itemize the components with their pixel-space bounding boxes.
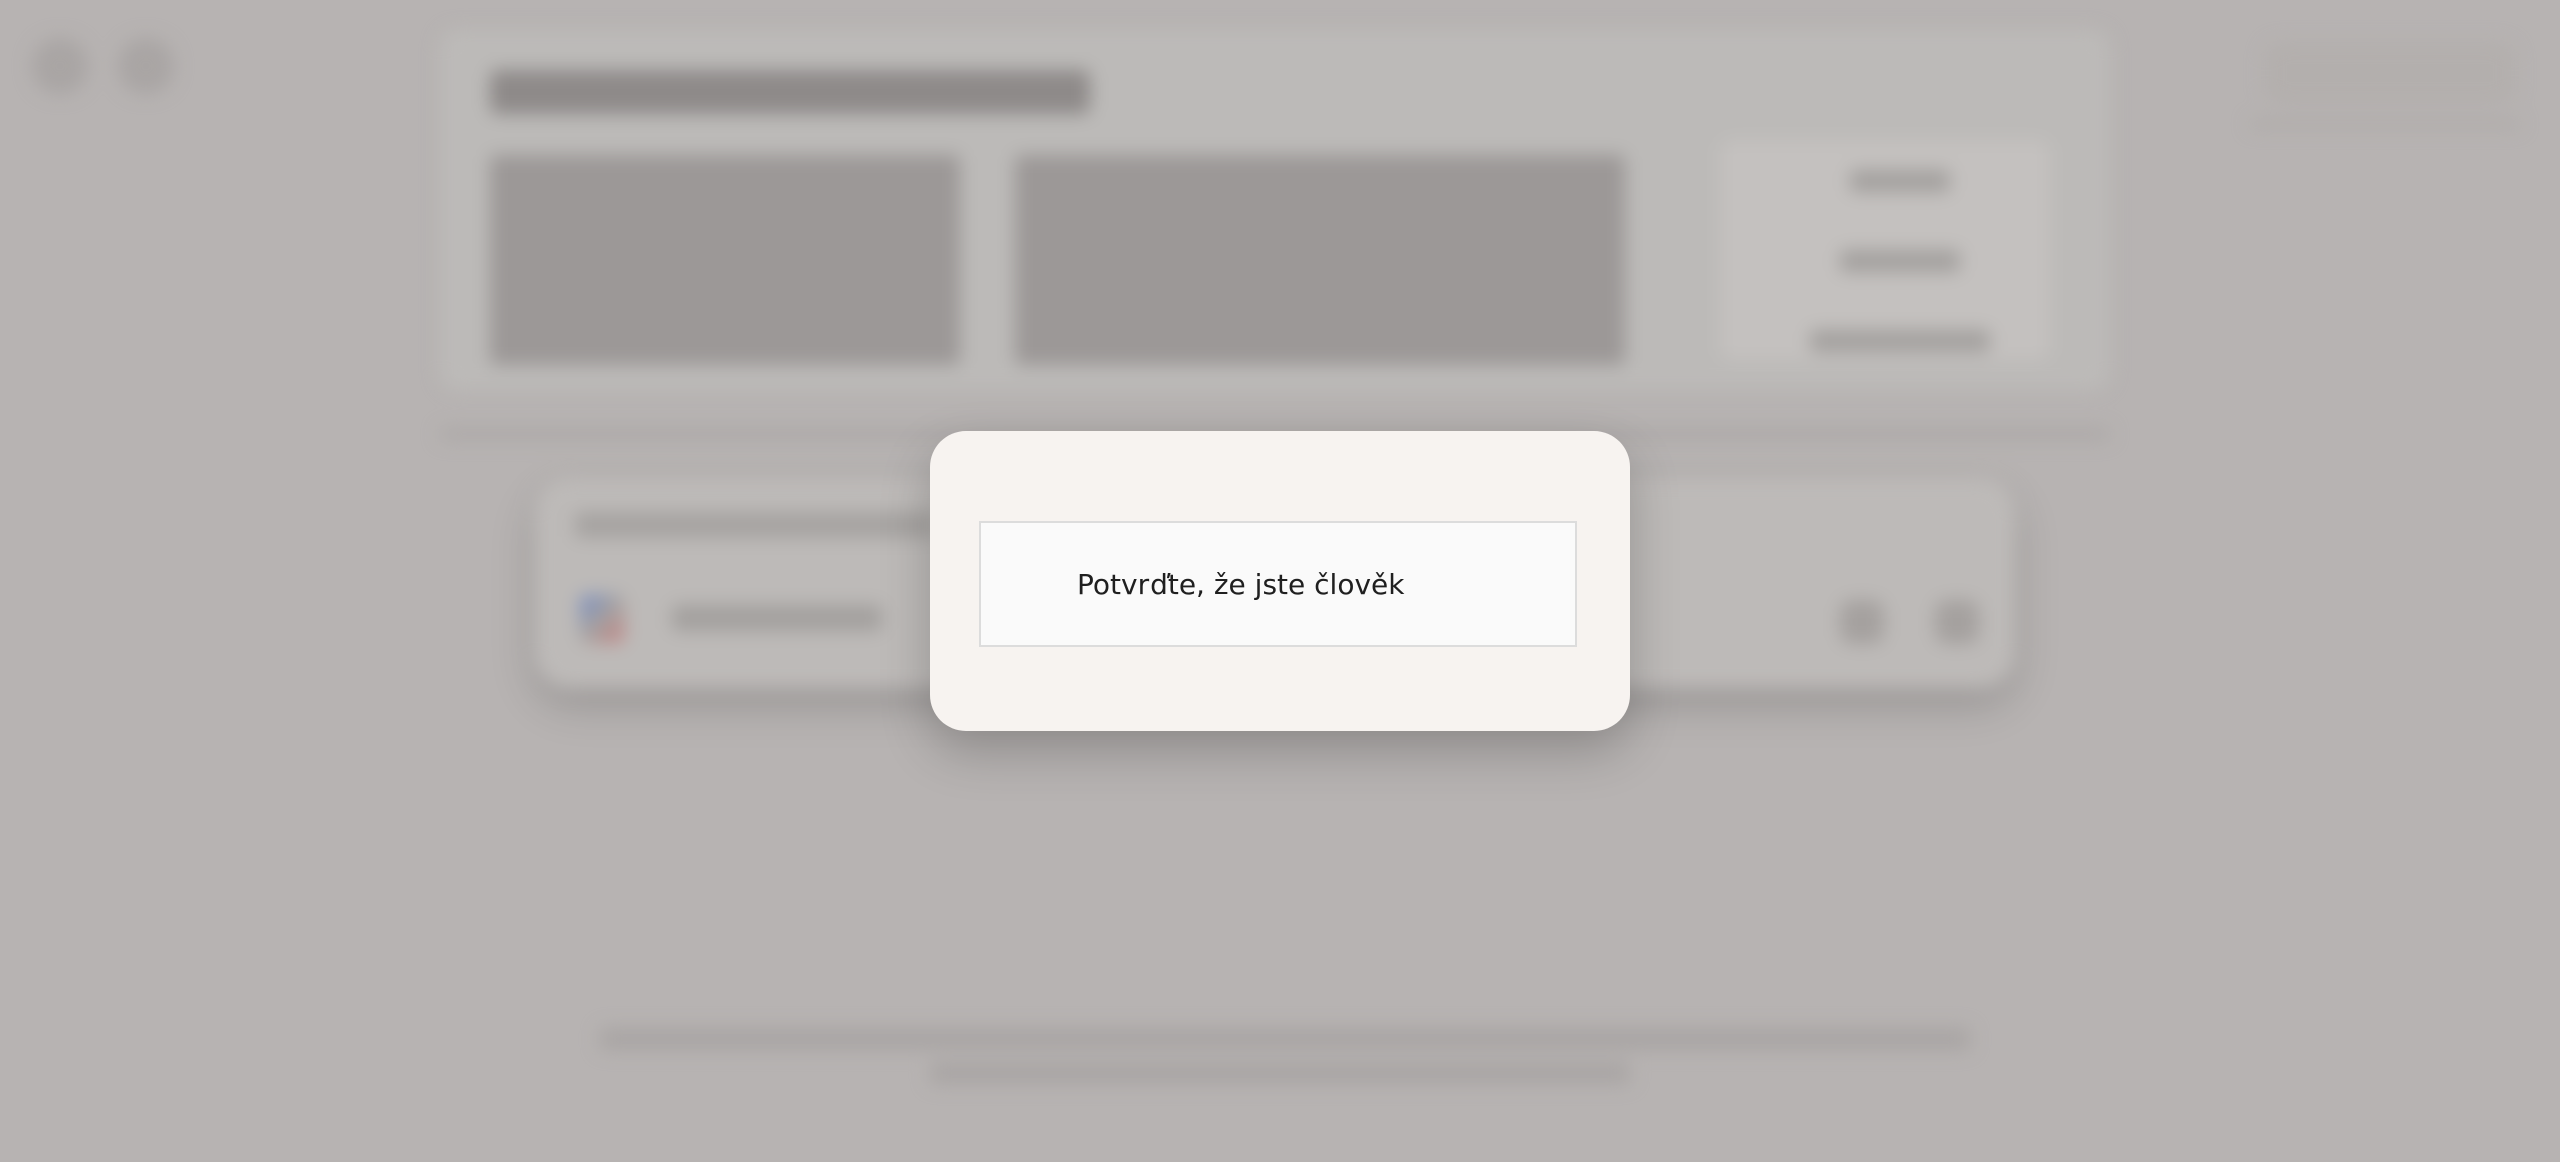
background-side-panel <box>1720 140 2050 360</box>
background-footer-text <box>600 1028 1970 1050</box>
sidebar-icon <box>32 38 88 94</box>
background-model-selector <box>672 605 882 631</box>
account-icon <box>2265 42 2515 104</box>
background-text-block <box>1015 155 1625 365</box>
background-text-block <box>490 155 960 365</box>
attach-icon <box>1840 600 1884 644</box>
background-prompt-placeholder <box>575 512 935 538</box>
background-footer-text <box>930 1062 1630 1084</box>
new-chat-icon <box>118 38 174 94</box>
background-side-item <box>1850 170 1950 192</box>
send-icon <box>1935 600 1979 644</box>
background-card-title <box>490 70 1090 114</box>
captcha-widget[interactable]: Potvrďte, že jste člověk <box>979 521 1577 647</box>
background-side-item <box>1810 330 1990 352</box>
background-side-item <box>1840 250 1960 272</box>
background-card <box>440 30 2110 390</box>
captcha-label: Potvrďte, že jste člověk <box>1077 567 1405 601</box>
background-account-underline <box>2250 120 2520 128</box>
human-verification-dialog: Potvrďte, že jste člověk <box>930 431 1630 731</box>
model-logo-icon <box>580 595 624 643</box>
